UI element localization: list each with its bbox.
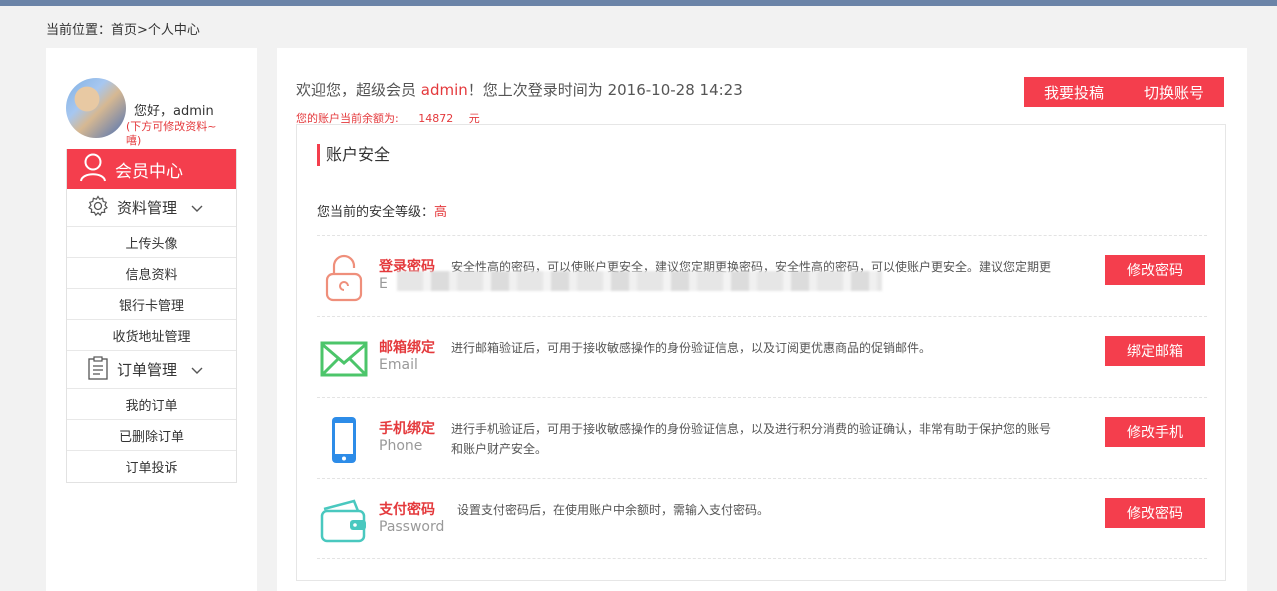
top-accent-bar [0, 0, 1277, 6]
security-row-payment-password: 支付密码 Password 设置支付密码后，在使用账户中余额时，需输入支付密码。… [317, 478, 1207, 559]
security-level-value: 高 [434, 205, 448, 220]
nav-group-orders[interactable]: 订单管理 [67, 351, 236, 389]
row-subtitle: E [379, 276, 388, 292]
user-icon [79, 152, 107, 187]
blurred-overlay [397, 271, 882, 291]
nav-group-label: 资料管理 [117, 199, 178, 217]
security-level: 您当前的安全等级：高 [317, 201, 447, 220]
nav-item-bank-cards[interactable]: 银行卡管理 [67, 289, 236, 320]
welcome-message: 欢迎您，超级会员 admin！您上次登录时间为 2016-10-28 14:23 [296, 79, 743, 100]
welcome-suffix: ！您上次登录时间为 [467, 81, 603, 99]
bind-email-button[interactable]: 绑定邮箱 [1105, 336, 1205, 366]
change-password-button[interactable]: 修改密码 [1105, 255, 1205, 285]
member-center-header[interactable]: 会员中心 [67, 149, 236, 189]
switch-account-button[interactable]: 切换账号 [1124, 77, 1224, 107]
greeting: 您好，admin [134, 104, 214, 119]
row-subtitle: Password [379, 519, 445, 535]
chevron-down-icon [191, 199, 203, 217]
envelope-icon [317, 335, 371, 383]
security-level-label: 您当前的安全等级： [317, 205, 435, 220]
nav-item-deleted-orders[interactable]: 已删除订单 [67, 420, 236, 451]
submit-article-button[interactable]: 我要投稿 [1024, 77, 1124, 107]
member-nav: 会员中心 资料管理 上传头像 信息资料 银行卡管理 收货地址管理 订单管理 我的… [66, 149, 237, 483]
security-row-email: 邮箱绑定 Email 进行邮箱验证后，可用于接收敏感操作的身份验证信息，以及订阅… [317, 316, 1207, 397]
security-row-login-password: 登录密码 E 安全性高的密码，可以使账户更安全，建议您定期更换密码，安全性高的密… [317, 235, 1207, 316]
nav-item-order-complaints[interactable]: 订单投诉 [67, 451, 236, 482]
last-login-time: 2016-10-28 14:23 [607, 81, 743, 99]
row-title: 支付密码 [379, 502, 435, 518]
row-subtitle: Phone [379, 438, 423, 454]
member-center-label: 会员中心 [115, 161, 183, 182]
account-security-panel: 账户安全 您当前的安全等级：高 登录密码 E 安全性高的密码，可以使账户更安全，… [296, 124, 1226, 581]
sidebar: 您好，admin (下方可修改资料~嘻) 会员中心 资料管理 上传头像 信息资料… [46, 48, 257, 591]
breadcrumb: 当前位置：首页>个人中心 [46, 23, 200, 38]
row-subtitle: Email [379, 357, 418, 373]
nav-item-info[interactable]: 信息资料 [67, 258, 236, 289]
phone-icon [317, 416, 371, 464]
main-content: 欢迎您，超级会员 admin！您上次登录时间为 2016-10-28 14:23… [277, 48, 1247, 591]
row-description: 进行邮箱验证后，可用于接收敏感操作的身份验证信息，以及订阅更优惠商品的促销邮件。 [451, 341, 932, 355]
profile-block: 您好，admin (下方可修改资料~嘻) [66, 78, 251, 148]
gear-icon [87, 194, 109, 221]
row-title: 邮箱绑定 [379, 340, 435, 356]
chevron-down-icon [191, 361, 203, 379]
change-payment-password-button[interactable]: 修改密码 [1105, 498, 1205, 528]
nav-group-profile[interactable]: 资料管理 [67, 189, 236, 227]
row-description: 进行手机验证后，可用于接收敏感操作的身份验证信息，以及进行积分消费的验证确认，非… [451, 422, 1052, 456]
nav-item-my-orders[interactable]: 我的订单 [67, 389, 236, 420]
clipboard-icon [87, 355, 109, 384]
nav-group-label: 订单管理 [117, 361, 178, 379]
change-phone-button[interactable]: 修改手机 [1105, 417, 1205, 447]
panel-title: 账户安全 [317, 144, 390, 166]
edit-hint: (下方可修改资料~嘻) [126, 120, 217, 147]
welcome-username: admin [420, 81, 468, 99]
wallet-icon [317, 497, 371, 545]
top-action-buttons: 我要投稿 切换账号 [1024, 77, 1224, 107]
security-row-phone: 手机绑定 Phone 进行手机验证后，可用于接收敏感操作的身份验证信息，以及进行… [317, 397, 1207, 478]
row-title: 手机绑定 [379, 421, 435, 437]
row-description: 设置支付密码后，在使用账户中余额时，需输入支付密码。 [457, 503, 770, 517]
nav-item-addresses[interactable]: 收货地址管理 [67, 320, 236, 351]
lock-icon [317, 254, 371, 302]
welcome-prefix: 欢迎您，超级会员 [296, 81, 417, 99]
nav-item-upload-avatar[interactable]: 上传头像 [67, 227, 236, 258]
avatar[interactable] [66, 78, 126, 138]
